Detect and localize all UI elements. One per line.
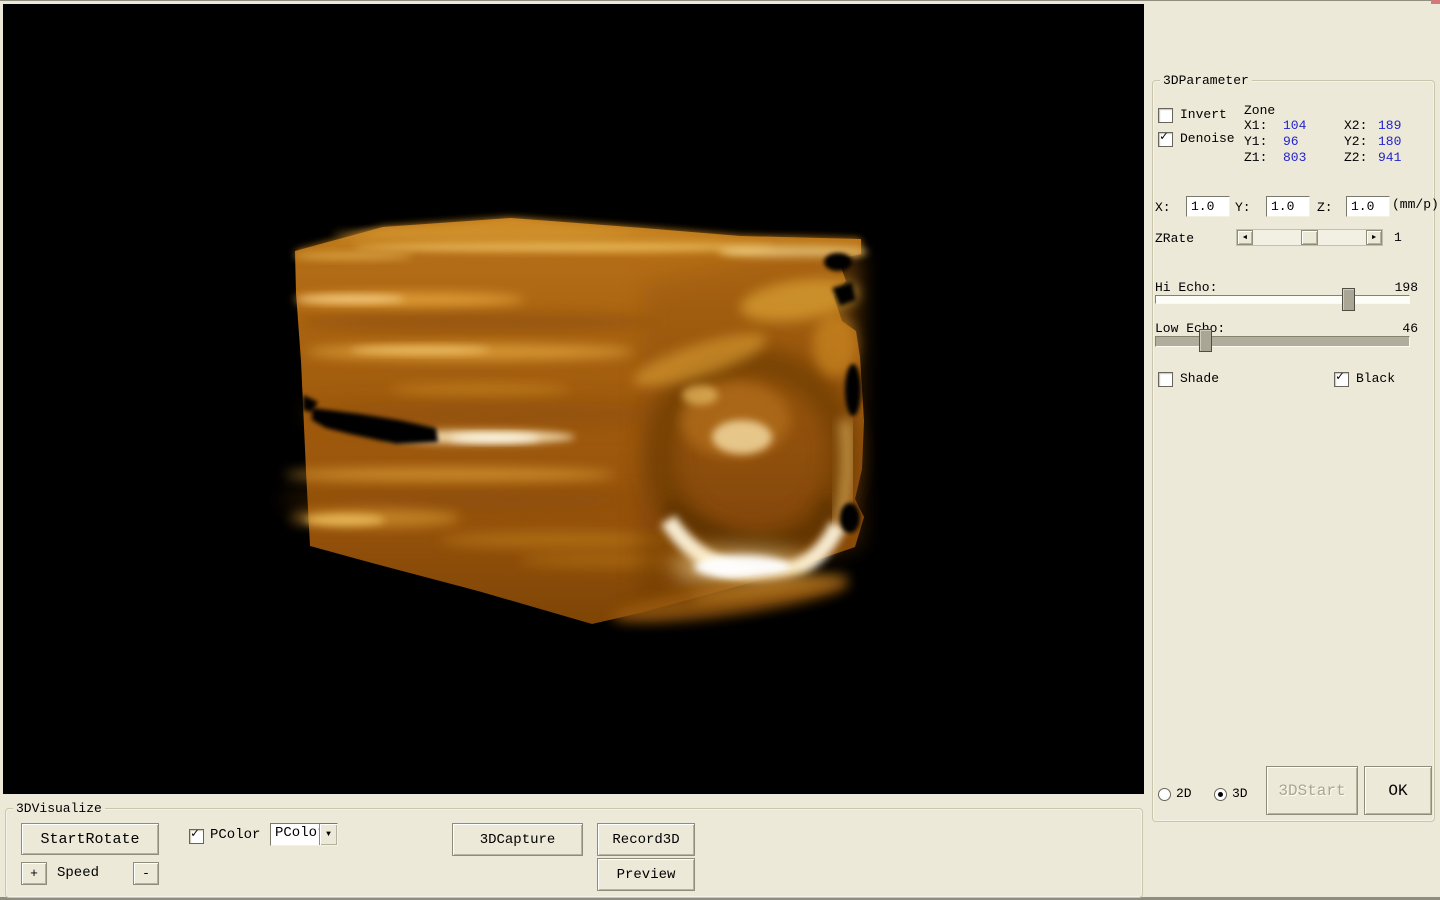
pcolor-checkbox[interactable]: ✓ xyxy=(189,829,204,844)
scroll-right-icon[interactable]: ► xyxy=(1366,230,1382,245)
visualize-group-title: 3DVisualize xyxy=(13,801,105,816)
hi-echo-slider[interactable] xyxy=(1155,295,1410,304)
parameter-groupbox: 3DParameter xyxy=(1152,80,1435,822)
zone-y1-value: 96 xyxy=(1283,134,1299,149)
record-3d-button[interactable]: Record3D xyxy=(597,823,695,856)
pcolor-label: PColor xyxy=(210,828,260,843)
voxel-x-label: X: xyxy=(1155,200,1171,215)
voxel-y-input[interactable] xyxy=(1266,196,1310,217)
app-window: { "colors": { "panel_bg": "#ece9d8", "vi… xyxy=(0,0,1440,900)
zone-y2-label: Y2: xyxy=(1344,134,1367,149)
mode-3d-radio[interactable] xyxy=(1214,788,1227,801)
check-icon: ✓ xyxy=(1336,369,1344,384)
shade-checkbox[interactable] xyxy=(1158,372,1173,387)
pcolor-combobox-value: PColor xyxy=(271,824,319,845)
radio-dot xyxy=(1218,792,1223,797)
voxel-y-label: Y: xyxy=(1235,200,1251,215)
capture-3d-button[interactable]: 3DCapture xyxy=(452,823,583,856)
denoise-label: Denoise xyxy=(1180,131,1235,146)
zone-y2-value: 180 xyxy=(1378,134,1401,149)
check-icon: ✓ xyxy=(1160,129,1168,144)
window-top-border xyxy=(0,0,1440,1)
zone-title: Zone xyxy=(1244,103,1275,118)
black-checkbox[interactable]: ✓ xyxy=(1334,372,1349,387)
zrate-scrollbar-thumb[interactable] xyxy=(1301,230,1318,245)
low-echo-slider-thumb[interactable] xyxy=(1199,329,1212,352)
voxel-unit-label: (mm/p) xyxy=(1392,197,1439,212)
hi-echo-label: Hi Echo: xyxy=(1155,280,1217,295)
check-icon: ✓ xyxy=(191,826,199,841)
denoise-checkbox[interactable]: ✓ xyxy=(1158,132,1173,147)
zrate-scrollbar[interactable]: ◄ ► xyxy=(1236,229,1383,246)
close-button-sliver xyxy=(1431,0,1440,4)
zone-z1-label: Z1: xyxy=(1244,150,1267,165)
black-label: Black xyxy=(1356,371,1395,386)
invert-label: Invert xyxy=(1180,107,1227,122)
preview-button[interactable]: Preview xyxy=(597,858,695,891)
low-echo-label: Low Echo: xyxy=(1155,321,1225,336)
voxel-x-input[interactable] xyxy=(1186,196,1230,217)
mode-2d-label: 2D xyxy=(1176,786,1192,801)
zrate-label: ZRate xyxy=(1155,231,1194,246)
pcolor-combobox[interactable]: PColor ▼ xyxy=(270,823,338,846)
hi-echo-slider-thumb[interactable] xyxy=(1342,288,1355,311)
zone-y1-label: Y1: xyxy=(1244,134,1267,149)
voxel-z-input[interactable] xyxy=(1346,196,1390,217)
scroll-left-icon[interactable]: ◄ xyxy=(1237,230,1253,245)
shade-label: Shade xyxy=(1180,371,1219,386)
voxel-z-label: Z: xyxy=(1317,200,1333,215)
invert-checkbox[interactable] xyxy=(1158,108,1173,123)
speed-minus-button[interactable]: - xyxy=(133,862,159,885)
zone-x2-value: 189 xyxy=(1378,118,1401,133)
ok-button[interactable]: OK xyxy=(1364,766,1432,815)
speed-plus-button[interactable]: + xyxy=(21,862,47,885)
hi-echo-value: 198 xyxy=(1370,280,1418,295)
low-echo-value: 46 xyxy=(1370,321,1418,336)
volume-render-3d xyxy=(3,4,1144,794)
low-echo-slider[interactable] xyxy=(1155,336,1410,347)
parameter-group-title: 3DParameter xyxy=(1160,73,1252,88)
zrate-scrollbar-track[interactable] xyxy=(1253,230,1366,245)
zrate-value: 1 xyxy=(1394,230,1402,245)
start-3d-button[interactable]: 3DStart xyxy=(1266,766,1358,815)
mode-3d-label: 3D xyxy=(1232,786,1248,801)
speed-label: Speed xyxy=(57,866,99,881)
zone-x1-label: X1: xyxy=(1244,118,1267,133)
zone-z1-value: 803 xyxy=(1283,150,1306,165)
dropdown-arrow-icon[interactable]: ▼ xyxy=(319,824,337,845)
mode-2d-radio[interactable] xyxy=(1158,788,1171,801)
start-rotate-button[interactable]: StartRotate xyxy=(21,823,159,855)
zone-x2-label: X2: xyxy=(1344,118,1367,133)
zone-z2-label: Z2: xyxy=(1344,150,1367,165)
zone-x1-value: 104 xyxy=(1283,118,1306,133)
zone-z2-value: 941 xyxy=(1378,150,1401,165)
render-viewport[interactable] xyxy=(3,4,1144,794)
